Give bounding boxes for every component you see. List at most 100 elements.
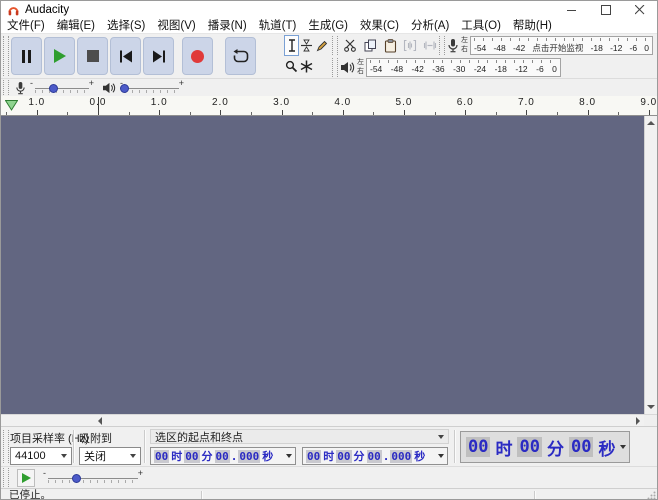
dropdown-arrow-icon[interactable] [438,454,444,458]
scroll-down-button[interactable] [645,400,657,414]
play-speed-slider[interactable]: - + [43,470,143,485]
audio-position-field[interactable]: 00时00分00秒 [460,431,630,463]
snap-to-combobox[interactable]: 关闭 [79,447,141,465]
toolbar-grip[interactable] [3,468,9,487]
audacity-window: Audacity 文件(F)编辑(E)选择(S)视图(V)播录(N)轨道(T)生… [0,0,658,500]
ruler-tick [649,110,650,115]
pinned-play-head-icon[interactable] [5,100,18,111]
selection-end-field[interactable]: 00时00分00.000秒 [302,447,448,465]
vertical-scrollbar[interactable] [644,116,657,414]
recording-volume-thumb[interactable] [49,84,58,93]
toolbar-grip[interactable] [3,430,9,463]
zoom-tool-button[interactable] [284,56,299,77]
scroll-up-button[interactable] [645,116,657,130]
slider-track[interactable] [35,88,89,89]
selection-tool-button[interactable] [284,35,299,56]
toolbar-grip[interactable] [332,58,338,77]
silence-selection-button[interactable] [420,36,440,56]
play-icon [54,49,66,63]
track-area[interactable] [1,116,644,414]
menu-item-tools[interactable]: 工具(O) [455,19,507,33]
stop-button[interactable] [77,37,108,75]
ruler-time-label: 9.0 [640,97,657,108]
dropdown-arrow-icon [130,454,136,458]
toolbar-grip[interactable] [3,36,9,76]
play-at-speed-button[interactable] [17,469,35,487]
multi-tool-button[interactable] [299,56,314,77]
paste-button[interactable] [380,36,400,56]
menu-item-edit[interactable]: 编辑(E) [51,19,101,33]
dropdown-arrow-icon[interactable] [620,445,626,449]
loop-button[interactable] [225,37,256,75]
draw-tool-button[interactable] [314,35,329,56]
time-unit: 秒 [598,435,615,460]
timeline-ruler[interactable]: 1.00.01.02.03.04.05.06.07.08.09.0 [1,96,657,116]
menu-item-file[interactable]: 文件(F) [1,19,51,33]
playback-meter[interactable]: -54-48-42-36-30-24-18-12-60 [366,58,561,77]
time-digits[interactable]: 00 [336,450,351,463]
selection-start-field[interactable]: 00时00分00.000秒 [150,447,296,465]
slider-track[interactable] [48,478,138,479]
close-button[interactable] [623,1,657,19]
menu-item-analyze[interactable]: 分析(A) [405,19,455,33]
recording-meter-toolbar: 左右 -54-48-42点击开始监视-18-12-60 [439,35,653,56]
ruler-time-label: 2.0 [212,97,229,108]
time-digits[interactable]: 000 [238,450,260,463]
meter-scale-label: -48 [493,43,505,53]
time-digits[interactable]: 00 [306,450,321,463]
skip-to-start-button[interactable] [110,37,141,75]
recording-volume-slider[interactable]: - + [30,80,94,95]
pause-button[interactable] [11,37,42,75]
time-digits[interactable]: 00 [184,450,199,463]
ruler-time-label: 6.0 [457,97,474,108]
menu-item-select[interactable]: 选择(S) [101,19,151,33]
time-digits[interactable]: 00 [215,450,230,463]
record-button[interactable] [182,37,213,75]
time-separator: . [231,450,238,463]
menu-item-view[interactable]: 视图(V) [151,19,201,33]
menu-item-transport[interactable]: 播录(N) [202,19,253,33]
scroll-left-button[interactable] [93,415,106,426]
menu-item-effect[interactable]: 效果(C) [354,19,405,33]
time-digits[interactable]: 00 [367,450,382,463]
toolbar-grip[interactable] [439,36,445,55]
resize-grip-icon[interactable] [647,491,656,500]
copy-icon [364,39,377,52]
ruler-tick [557,112,558,115]
copy-button[interactable] [360,36,380,56]
project-rate-label: 项目采样率 (Hz) [10,430,89,446]
play-speed-thumb[interactable] [72,474,81,483]
horizontal-scrollbar[interactable] [1,414,644,426]
scroll-right-button[interactable] [631,415,644,426]
play-button[interactable] [44,37,75,75]
project-rate-combobox[interactable]: 44100 [10,447,72,465]
recording-meter[interactable]: -54-48-42点击开始监视-18-12-60 [470,36,653,55]
time-digits[interactable]: 000 [390,450,412,463]
menu-item-generate[interactable]: 生成(G) [302,19,354,33]
minimize-button[interactable] [555,1,589,19]
trim-outside-selection-button[interactable] [400,36,420,56]
ruler-time-label: 1.0 [28,97,45,108]
envelope-tool-button[interactable] [299,35,314,56]
menu-item-tracks[interactable]: 轨道(T) [253,19,303,33]
cut-button[interactable] [340,36,360,56]
ruler-time-label: 0.0 [90,97,107,108]
maximize-button[interactable] [589,1,623,19]
meter-scale-label: 0 [552,64,557,74]
time-digits[interactable]: 00 [569,437,593,457]
meter-ticks [370,60,557,63]
slider-track[interactable] [125,88,179,89]
skip-to-end-button[interactable] [143,37,174,75]
time-digits[interactable]: 00 [466,437,490,457]
dropdown-arrow-icon[interactable] [286,454,292,458]
time-digits[interactable]: 00 [154,450,169,463]
toolbar-grip[interactable] [3,80,9,95]
toolbar-grip[interactable] [332,36,338,55]
selection-range-mode-dropdown[interactable]: 选区的起点和终点 [150,429,449,444]
playback-volume-slider[interactable]: - + [120,80,184,95]
ruler-tick [129,112,130,115]
monitor-start-text[interactable]: 点击开始监视 [532,42,583,54]
menu-item-help[interactable]: 帮助(H) [507,19,558,33]
dropdown-arrow-icon [438,435,444,439]
time-digits[interactable]: 00 [517,437,541,457]
